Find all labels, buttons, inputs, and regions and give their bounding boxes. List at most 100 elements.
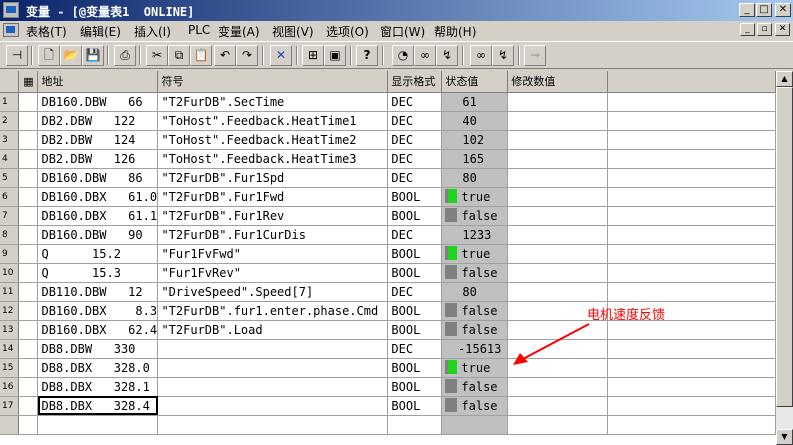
undo-icon[interactable]: ↶ xyxy=(214,45,236,66)
address-cell[interactable]: DB160.DBX 61.1 xyxy=(37,206,159,226)
symbol-cell[interactable]: "ToHost".Feedback.HeatTime2 xyxy=(157,130,389,150)
table-row[interactable]: 6 DB160.DBX 61.0 "T2FurDB".Fur1Fwd BOOL true xyxy=(0,187,776,207)
symbol-cell[interactable]: "T2FurDB".SecTime xyxy=(157,92,389,112)
maximize-button[interactable]: □ xyxy=(756,3,772,17)
header-display-format[interactable]: 显示格式 xyxy=(387,71,443,93)
address-cell[interactable]: Q 15.2 xyxy=(37,244,159,264)
plc-status-icon[interactable]: ▣ xyxy=(324,45,346,66)
display-format-cell[interactable]: DEC xyxy=(387,339,443,359)
modify-value-cell[interactable] xyxy=(507,149,609,169)
symbol-cell[interactable] xyxy=(157,377,389,397)
display-format-cell[interactable]: BOOL xyxy=(387,263,443,283)
save-icon[interactable]: 💾 xyxy=(82,45,104,66)
row-number[interactable]: 7 xyxy=(0,206,20,226)
menu-table[interactable]: 表格(T) xyxy=(26,23,67,40)
symbol-cell[interactable]: "T2FurDB".fur1.enter.phase.Cmd xyxy=(157,301,389,321)
symbol-cell[interactable]: "T2FurDB".Fur1Fwd xyxy=(157,187,389,207)
address-cell[interactable]: Q 15.3 xyxy=(37,263,159,283)
paste-icon[interactable]: 📋 xyxy=(190,45,212,66)
copy-icon[interactable]: ⧉ xyxy=(168,45,190,66)
address-cell[interactable]: DB160.DBW 86 xyxy=(37,168,159,188)
symbol-cell[interactable] xyxy=(157,358,389,378)
display-format-cell[interactable]: BOOL xyxy=(387,377,443,397)
row-number[interactable]: 9 xyxy=(0,244,20,264)
address-cell[interactable]: DB8.DBX 328.1 xyxy=(37,377,159,397)
menu-view[interactable]: 视图(V) xyxy=(272,23,314,40)
table-row[interactable]: 11 DB110.DBW 12 "DriveSpeed".Speed[7] DEC 80 xyxy=(0,282,776,302)
redo-icon[interactable]: ↷ xyxy=(236,45,258,66)
address-cell[interactable]: DB110.DBW 12 xyxy=(37,282,159,302)
modify-value-cell[interactable] xyxy=(507,377,609,397)
address-cell[interactable]: DB160.DBW 66 xyxy=(37,92,159,112)
menu-variable[interactable]: 变量(A) xyxy=(218,23,260,40)
table-row[interactable]: 17 DB8.DBX 328.4 BOOL false xyxy=(0,396,776,416)
row-number[interactable]: 12 xyxy=(0,301,20,321)
display-format-cell[interactable]: BOOL xyxy=(387,206,443,226)
network-icon[interactable]: ⊞ xyxy=(302,45,324,66)
row-number[interactable]: 6 xyxy=(0,187,20,207)
modify-value-cell[interactable] xyxy=(507,187,609,207)
symbol-cell[interactable]: "T2FurDB".Load xyxy=(157,320,389,340)
symbol-cell[interactable] xyxy=(157,396,389,416)
row-number[interactable]: 10 xyxy=(0,263,20,283)
doc-close-button[interactable]: ✕ xyxy=(775,23,790,36)
symbol-cell[interactable]: "T2FurDB".Fur1Rev xyxy=(157,206,389,226)
table-row[interactable]: 4 DB2.DBW 126 "ToHost".Feedback.HeatTime3 D… xyxy=(0,149,776,169)
update-values-icon[interactable]: ∞ xyxy=(470,45,492,66)
doc-minimize-button[interactable]: _ xyxy=(740,23,755,36)
row-number[interactable]: 11 xyxy=(0,282,20,302)
display-format-cell[interactable]: DEC xyxy=(387,111,443,131)
context-help-icon[interactable]: ? xyxy=(356,45,378,66)
row-number[interactable]: 8 xyxy=(0,225,20,245)
table-row[interactable]: 14 DB8.DBW 330 DEC -15613 xyxy=(0,339,776,359)
vertical-scrollbar[interactable]: ▲ ▼ xyxy=(776,71,793,445)
symbol-cell[interactable] xyxy=(157,339,389,359)
address-cell[interactable]: DB8.DBX 328.0 xyxy=(37,358,159,378)
header-status-value[interactable]: 状态值 xyxy=(441,71,509,93)
display-format-cell[interactable]: BOOL xyxy=(387,244,443,264)
address-cell[interactable]: DB160.DBW 90 xyxy=(37,225,159,245)
symbol-cell[interactable]: "T2FurDB".Fur1CurDis xyxy=(157,225,389,245)
symbol-cell[interactable]: "ToHost".Feedback.HeatTime1 xyxy=(157,111,389,131)
table-row[interactable]: 9 Q 15.2 "Fur1FvFwd" BOOL true xyxy=(0,244,776,264)
modify-value-cell[interactable] xyxy=(507,206,609,226)
table-row[interactable]: 7 DB160.DBX 61.1 "T2FurDB".Fur1Rev BOOL fals… xyxy=(0,206,776,226)
display-format-cell[interactable]: DEC xyxy=(387,168,443,188)
address-cell[interactable]: DB2.DBW 126 xyxy=(37,149,159,169)
row-number[interactable]: 15 xyxy=(0,358,20,378)
modify-value-cell[interactable] xyxy=(507,225,609,245)
minimize-button[interactable]: _ xyxy=(739,3,755,17)
row-number[interactable]: 4 xyxy=(0,149,20,169)
display-format-cell[interactable]: DEC xyxy=(387,149,443,169)
modify-value-cell[interactable] xyxy=(507,130,609,150)
menu-window[interactable]: 窗口(W) xyxy=(380,23,425,40)
menu-plc[interactable]: PLC xyxy=(188,23,210,37)
header-modify-value[interactable]: 修改数值 xyxy=(507,71,609,93)
symbol-cell[interactable]: "DriveSpeed".Speed[7] xyxy=(157,282,389,302)
address-cell[interactable]: DB160.DBX 62.4 xyxy=(37,320,159,340)
modify-value-cell[interactable] xyxy=(507,111,609,131)
menu-options[interactable]: 选项(O) xyxy=(326,23,369,40)
scroll-down-icon[interactable]: ▼ xyxy=(776,429,793,445)
modify-value-cell[interactable] xyxy=(507,282,609,302)
address-cell[interactable]: DB8.DBW 330 xyxy=(37,339,159,359)
display-format-cell[interactable]: BOOL xyxy=(387,396,443,416)
display-format-cell[interactable]: BOOL xyxy=(387,320,443,340)
pin-icon[interactable]: ⊣ xyxy=(6,45,28,66)
cut-icon[interactable]: ✂ xyxy=(146,45,168,66)
trigger-icon[interactable]: ↯ xyxy=(436,45,458,66)
address-cell[interactable]: DB2.DBW 122 xyxy=(37,111,159,131)
table-row[interactable]: 8 DB160.DBW 90 "T2FurDB".Fur1CurDis DEC 1233 xyxy=(0,225,776,245)
row-number[interactable]: 17 xyxy=(0,396,20,416)
symbol-cell[interactable]: "T2FurDB".Fur1Spd xyxy=(157,168,389,188)
row-number[interactable]: 13 xyxy=(0,320,20,340)
monitor-icon[interactable]: ◔ xyxy=(392,45,414,66)
print-icon[interactable]: ⎙ xyxy=(114,45,136,66)
scroll-thumb[interactable] xyxy=(776,87,793,407)
display-format-cell[interactable]: BOOL xyxy=(387,301,443,321)
menu-insert[interactable]: 插入(I) xyxy=(134,23,171,40)
display-format-cell[interactable]: DEC xyxy=(387,130,443,150)
symbol-cell[interactable]: "Fur1FvRev" xyxy=(157,263,389,283)
table-row[interactable]: 2 DB2.DBW 122 "ToHost".Feedback.HeatTime1 D… xyxy=(0,111,776,131)
monitor-glasses-icon[interactable]: ∞ xyxy=(414,45,436,66)
